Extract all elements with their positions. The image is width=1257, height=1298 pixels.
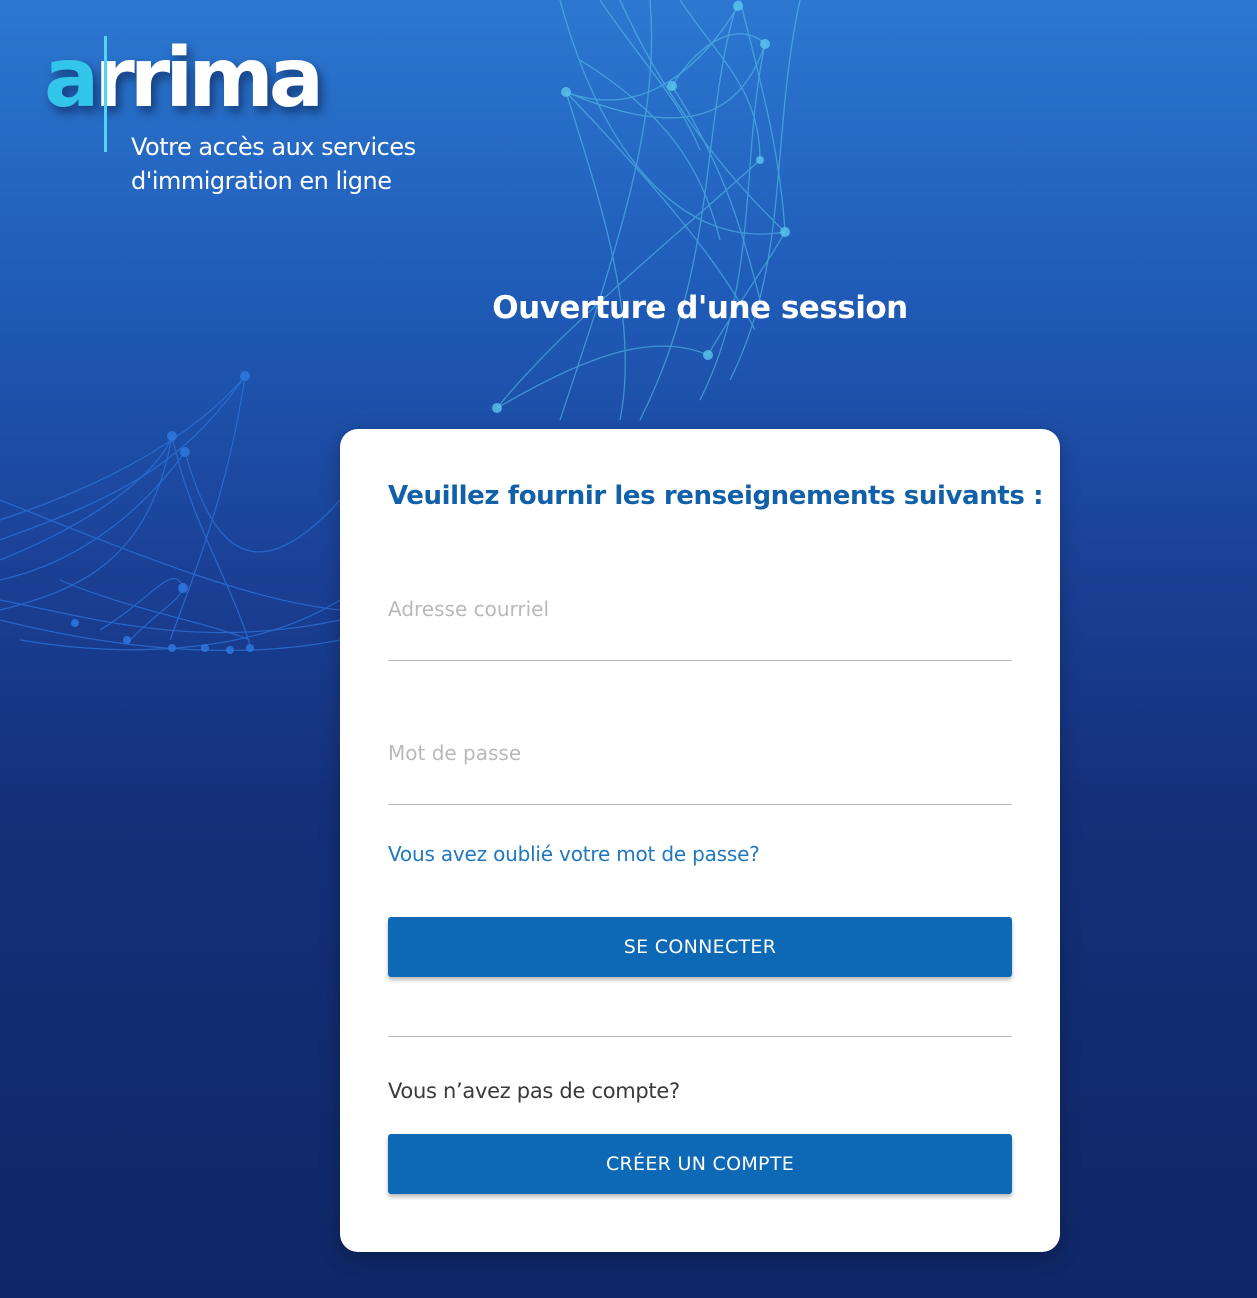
divider xyxy=(388,1036,1012,1037)
logo-wordmark: arrima xyxy=(44,38,324,120)
logo-wordmark-accent: a xyxy=(44,31,99,126)
forgot-password-link[interactable]: Vous avez oublié votre mot de passe? xyxy=(388,842,760,866)
password-input[interactable] xyxy=(388,727,1012,804)
page-title: Ouverture d'une session xyxy=(492,290,908,326)
email-input[interactable] xyxy=(388,583,1012,660)
login-button[interactable]: SE CONNECTER xyxy=(388,917,1012,977)
arrima-logo: arrima Votre accès aux services d'immigr… xyxy=(44,36,464,206)
logo-divider xyxy=(104,36,107,152)
create-account-button[interactable]: CRÉER UN COMPTE xyxy=(388,1134,1012,1194)
password-field xyxy=(388,727,1012,805)
tagline-line-2: d'immigration en ligne xyxy=(131,167,392,195)
logo-wordmark-rest: rrima xyxy=(94,31,324,126)
email-field xyxy=(388,583,1012,661)
logo-tagline: Votre accès aux services d'immigration e… xyxy=(131,130,416,198)
login-card: Veuillez fournir les renseignements suiv… xyxy=(340,429,1060,1252)
form-heading: Veuillez fournir les renseignements suiv… xyxy=(388,481,1044,511)
tagline-line-1: Votre accès aux services xyxy=(131,133,416,161)
no-account-prompt: Vous n’avez pas de compte? xyxy=(388,1079,680,1103)
